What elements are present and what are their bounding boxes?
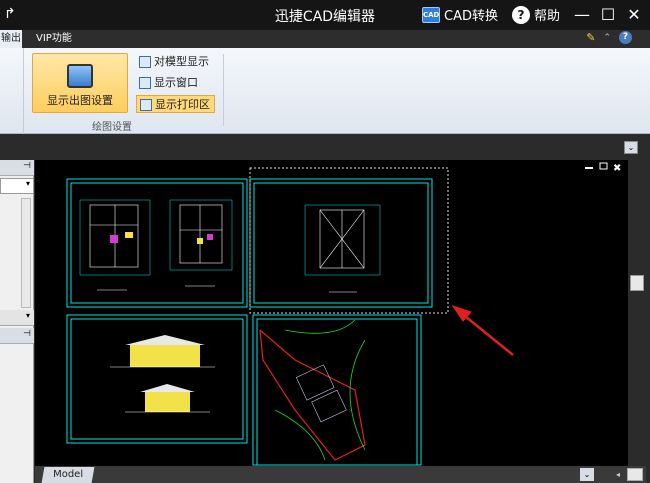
dropdown-arrow-icon[interactable]: ⌄ — [580, 468, 594, 481]
group-divider — [223, 54, 224, 126]
show-print-area-button[interactable]: 显示打印区 — [136, 95, 215, 113]
monitor-icon — [67, 64, 93, 88]
sheet-floor-plans — [66, 178, 248, 308]
panel-scrollbar[interactable] — [21, 198, 31, 308]
pin-icon[interactable]: ⊣ — [23, 329, 31, 339]
canvas-vertical-scrollbar[interactable] — [628, 160, 646, 466]
cad-convert-label: CAD转换 — [444, 9, 498, 24]
close-button[interactable]: ✕ — [624, 5, 644, 24]
maximize-button[interactable]: ☐ — [598, 5, 618, 24]
show-plot-settings-label: 显示出图设置 — [47, 94, 113, 107]
viewport-controls: ✖ — [585, 162, 621, 174]
tab-output[interactable]: 输出 — [0, 30, 22, 48]
show-window-button[interactable]: 显示窗口 — [136, 74, 202, 92]
viewport-restore-icon — [599, 162, 608, 170]
ribbon-tab-bar: 输出 VIP功能 ✎ ⌃ ? — [0, 30, 650, 48]
tab-model[interactable]: Model — [41, 467, 95, 483]
help-button[interactable]: ? 帮助 — [511, 5, 560, 24]
layout-tab-bar: Model ⌄ ◂ — [35, 466, 646, 483]
show-print-area-label: 显示打印区 — [155, 98, 210, 111]
minimize-button[interactable]: — — [572, 5, 592, 24]
sheet-roof-plan — [249, 178, 433, 308]
ribbon-strip: ⌄ — [0, 135, 650, 159]
share-arrow-icon[interactable]: ↱ — [4, 6, 16, 22]
left-properties-panel: ⊣ ▾ ▾ ⊣ — [0, 160, 34, 483]
show-model-label: 对模型显示 — [154, 55, 209, 68]
show-window-label: 显示窗口 — [154, 76, 198, 89]
title-bar: ↱ 迅捷CAD编辑器 CAD CAD转换 ? 帮助 — ☐ ✕ — [0, 0, 650, 30]
panel-scroll-down[interactable]: ▾ — [0, 310, 34, 326]
panel-dropdown[interactable]: ▾ — [0, 178, 34, 194]
model-tab-label: Model — [53, 469, 84, 480]
group-label-plot-settings: 绘图设置 — [92, 122, 132, 133]
viewport-close-icon: ✖ — [613, 163, 621, 174]
model-icon — [139, 56, 151, 68]
panel-header-bottom: ⊣ — [0, 328, 34, 344]
drawing-canvas[interactable]: ✖ — [35, 160, 646, 466]
sheet-site-plan — [252, 314, 422, 466]
tab-vip[interactable]: VIP功能 — [30, 30, 78, 48]
print-area-icon — [140, 99, 152, 111]
ribbon-left-stub — [0, 48, 24, 134]
edit-icon[interactable]: ✎ — [586, 31, 595, 44]
help-label: 帮助 — [533, 9, 560, 24]
chevron-down-icon[interactable]: ⌄ — [624, 141, 638, 154]
print-area-outline — [249, 167, 449, 314]
show-model-button[interactable]: 对模型显示 — [136, 53, 213, 71]
ribbon-help-icon[interactable]: ? — [619, 31, 632, 44]
scroll-left-icon[interactable]: ◂ — [613, 468, 623, 481]
horizontal-scroll-thumb[interactable] — [627, 468, 643, 481]
cad-drawing: ✖ — [66, 162, 621, 466]
vertical-scroll-thumb[interactable] — [630, 275, 644, 291]
show-plot-settings-button[interactable]: 显示出图设置 — [32, 53, 128, 113]
cad-convert-button[interactable]: CAD CAD转换 — [422, 5, 498, 24]
red-arrow-annotation — [451, 305, 514, 356]
panel-pin-icon[interactable]: ⊣ — [23, 161, 31, 171]
window-icon — [139, 77, 151, 89]
cad-icon: CAD — [422, 6, 440, 23]
help-icon: ? — [511, 5, 530, 24]
viewport-minimize-icon — [585, 167, 593, 169]
collapse-ribbon-icon[interactable]: ⌃ — [603, 33, 611, 43]
panel-header-top: ⊣ — [0, 160, 34, 176]
ribbon-panel: 显示出图设置 对模型显示 显示窗口 显示打印区 绘图设置 — [0, 48, 650, 134]
sheet-elevations — [66, 314, 248, 444]
